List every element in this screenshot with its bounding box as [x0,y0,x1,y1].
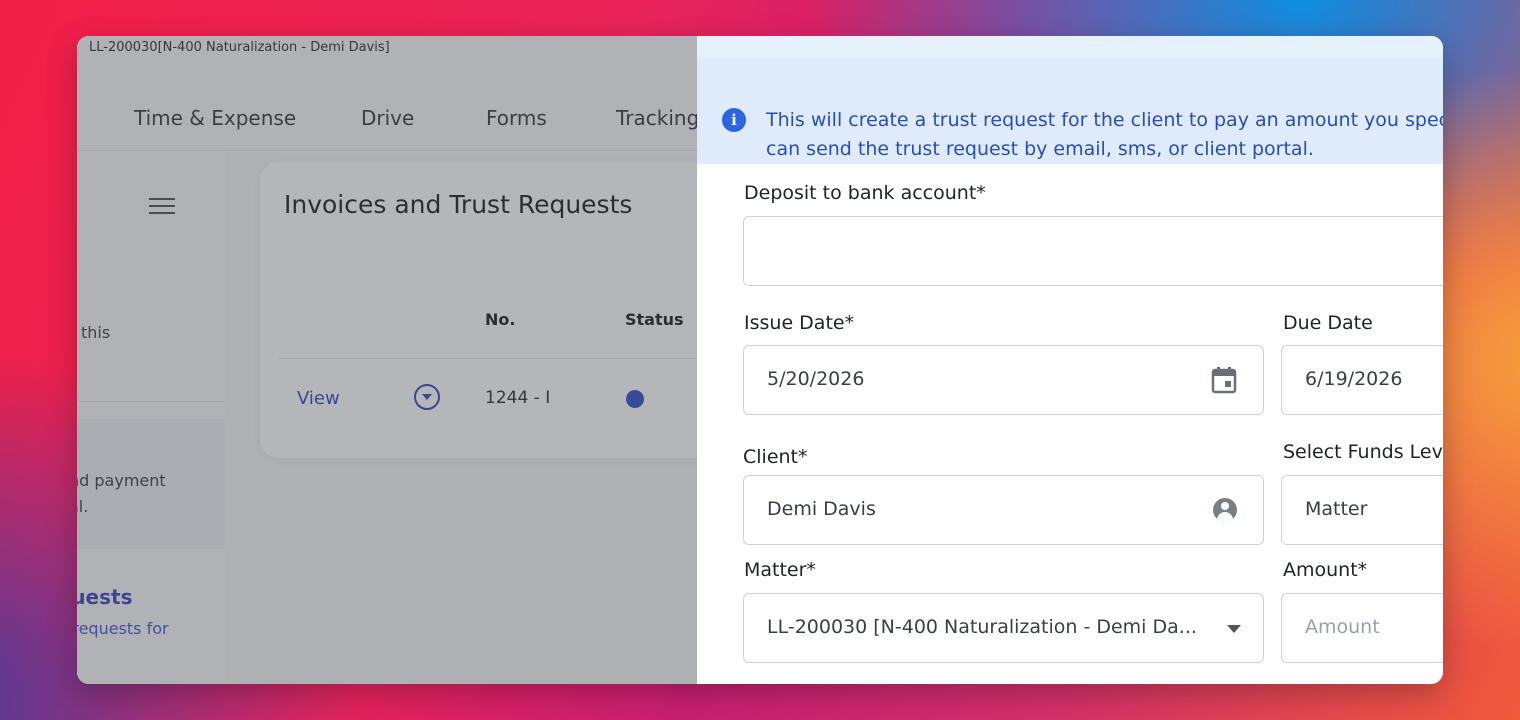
due-date-field[interactable]: 6/19/2026 [1281,345,1443,415]
modal-backdrop[interactable] [77,36,697,684]
info-text-line-2: can send the trust request by email, sms… [766,138,1314,160]
info-icon: i [722,108,746,132]
client-value: Demi Davis [767,498,876,520]
matter-value: LL-200030 [N-400 Naturalization - Demi D… [767,616,1197,638]
funds-level-select[interactable]: Matter [1281,475,1443,545]
info-banner: i This will create a trust request for t… [697,58,1443,164]
drawer-header-strip [697,36,1443,58]
app-window: LL-200030[N-400 Naturalization - Demi Da… [77,36,1443,684]
matter-label: Matter* [744,559,816,581]
matter-select[interactable]: LL-200030 [N-400 Naturalization - Demi D… [743,593,1264,663]
funds-level-value: Matter [1305,498,1368,520]
chevron-down-icon[interactable] [1227,625,1241,633]
client-label: Client* [743,446,808,468]
deposit-account-field[interactable] [743,216,1443,286]
info-text-line-1: This will create a trust request for the… [766,109,1443,131]
amount-label: Amount* [1283,559,1368,581]
amount-field[interactable]: Amount [1281,593,1443,663]
client-field[interactable]: Demi Davis [743,475,1264,545]
deposit-label: Deposit to bank account* [744,182,986,204]
issue-date-label: Issue Date* [744,312,855,334]
info-text: This will create a trust request for the… [766,106,1443,164]
issue-date-value: 5/20/2026 [767,368,865,390]
calendar-icon[interactable] [1211,366,1237,394]
issue-date-field[interactable]: 5/20/2026 [743,345,1264,415]
due-date-label: Due Date [1283,312,1373,334]
trust-request-drawer: i This will create a trust request for t… [697,36,1443,684]
person-icon[interactable] [1213,498,1237,522]
due-date-value: 6/19/2026 [1305,368,1403,390]
amount-placeholder: Amount [1305,616,1380,638]
funds-level-label: Select Funds Lev [1283,441,1443,463]
